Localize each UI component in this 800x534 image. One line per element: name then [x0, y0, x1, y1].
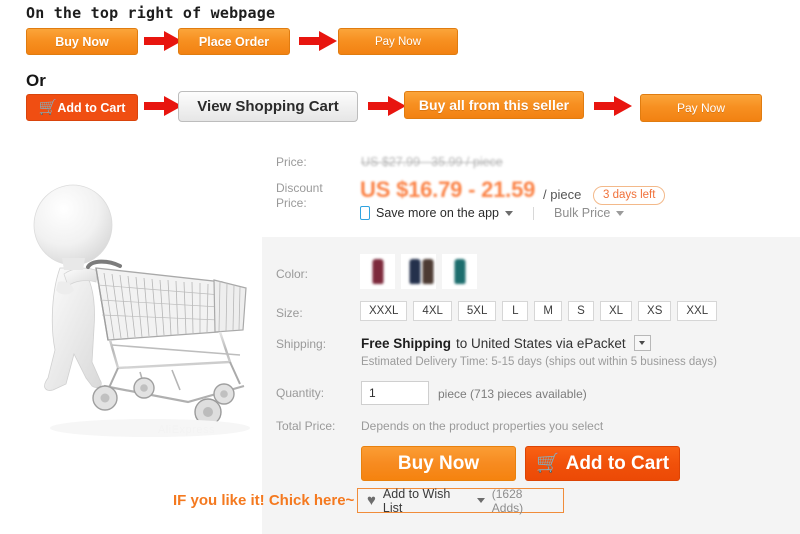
color-swatch-1[interactable] — [360, 254, 395, 289]
right-arrow-icon — [299, 31, 337, 51]
chevron-down-icon — [616, 210, 625, 216]
days-left-badge: 3 days left — [593, 186, 666, 205]
shipping-destination-text: to United States via ePacket — [456, 335, 626, 351]
size-option[interactable]: 5XL — [457, 301, 497, 321]
size-option[interactable]: XXL — [677, 301, 718, 321]
wishlist-hint-text: IF you like it! Chick here~ — [173, 492, 355, 509]
size-option[interactable]: 4XL — [413, 301, 452, 321]
wishlist-label: Add to Wish List — [382, 486, 451, 515]
shipping-label: Shipping: — [276, 337, 327, 351]
wishlist-count: (1628 Adds) — [491, 486, 524, 515]
figure-head — [33, 184, 113, 266]
swatch-thumb — [422, 259, 433, 284]
original-price-value: US $27.99 - 35.99 / piece — [361, 155, 503, 169]
color-swatch-list — [360, 254, 477, 289]
quantity-availability-note: piece (713 pieces available) — [438, 387, 587, 401]
bulk-price-label: Bulk Price — [554, 206, 611, 220]
size-option[interactable]: XL — [599, 301, 633, 321]
shopping-cart-icon: 🛒 — [535, 453, 560, 474]
size-option[interactable]: XXXL — [360, 301, 408, 321]
price-unit: / piece — [543, 187, 582, 202]
flow-button-place-order[interactable]: Place Order — [178, 28, 290, 55]
discount-price-label: Discount Price: — [276, 181, 323, 210]
add-to-wish-list-button[interactable]: ♥ Add to Wish List (1628 Adds) — [357, 486, 564, 515]
right-arrow-icon — [144, 31, 182, 51]
color-swatch-3[interactable] — [442, 254, 477, 289]
shipping-eta-text: Estimated Delivery Time: 5-15 days (ship… — [361, 356, 718, 368]
instructions-heading: On the top right of webpage — [26, 4, 276, 22]
save-on-app-label: Save more on the app — [376, 206, 499, 220]
right-arrow-icon — [594, 96, 632, 116]
flow-button-add-to-cart[interactable]: 🛒 Add to Cart — [26, 94, 138, 121]
chevron-down-icon — [639, 341, 646, 345]
flow-button-view-shopping-cart[interactable]: View Shopping Cart — [178, 91, 358, 122]
total-price-label: Total Price: — [276, 419, 336, 433]
figure-body — [44, 267, 102, 391]
shipping-value-row: Free Shipping to United States via ePack… — [361, 335, 651, 351]
shopping-cart-icon: 🛒 — [38, 99, 58, 116]
total-price-value: Depends on the product properties you se… — [361, 419, 604, 433]
instructions-or-label: Or — [26, 71, 46, 90]
image-watermark: AliExpress — [158, 424, 215, 436]
quantity-label: Quantity: — [276, 386, 325, 400]
flow-button-add-to-cart-label: Add to Cart — [57, 100, 126, 115]
mobile-phone-icon — [360, 206, 370, 220]
flow-button-pay-now[interactable]: Pay Now — [338, 28, 458, 55]
chevron-down-icon — [476, 498, 485, 503]
product-image — [33, 184, 250, 437]
right-arrow-icon — [144, 96, 182, 116]
swatch-thumb — [454, 259, 465, 284]
flow-button-buy-now[interactable]: Buy Now — [26, 28, 138, 55]
add-to-cart-button[interactable]: 🛒 Add to Cart — [525, 446, 680, 481]
price-label: Price: — [276, 155, 307, 169]
vertical-divider — [533, 206, 534, 220]
quantity-input[interactable] — [361, 381, 429, 405]
shipping-method-select[interactable] — [633, 335, 651, 351]
bulk-price-row[interactable]: Bulk Price — [554, 206, 625, 220]
swatch-thumb — [372, 259, 383, 284]
page-root: On the top right of webpage Buy Now Plac… — [0, 0, 800, 534]
chevron-down-icon — [505, 210, 513, 216]
heart-icon: ♥ — [367, 492, 376, 509]
size-option[interactable]: L — [502, 301, 529, 321]
buy-now-button[interactable]: Buy Now — [361, 446, 516, 481]
size-option[interactable]: XS — [638, 301, 672, 321]
figure-neck — [62, 258, 85, 270]
swatch-thumb — [409, 259, 421, 284]
size-option-list: XXXL 4XL 5XL L M S XL XS XXL — [360, 301, 718, 321]
free-shipping-text: Free Shipping — [361, 335, 452, 351]
right-arrow-icon — [368, 96, 406, 116]
discount-price-value: US $16.79 - 21.59 — [360, 177, 536, 202]
size-label: Size: — [276, 306, 303, 320]
flow-button-buy-all-from-seller[interactable]: Buy all from this seller — [404, 91, 584, 119]
add-to-cart-label: Add to Cart — [565, 452, 670, 474]
shopping-cart-graphic — [86, 259, 247, 426]
save-on-app-row[interactable]: Save more on the app Bulk Price — [360, 206, 625, 220]
size-option[interactable]: M — [534, 301, 562, 321]
color-swatch-2[interactable] — [401, 254, 436, 289]
color-label: Color: — [276, 267, 309, 281]
flow-button-pay-now-2[interactable]: Pay Now — [640, 94, 762, 122]
size-option[interactable]: S — [567, 301, 594, 321]
